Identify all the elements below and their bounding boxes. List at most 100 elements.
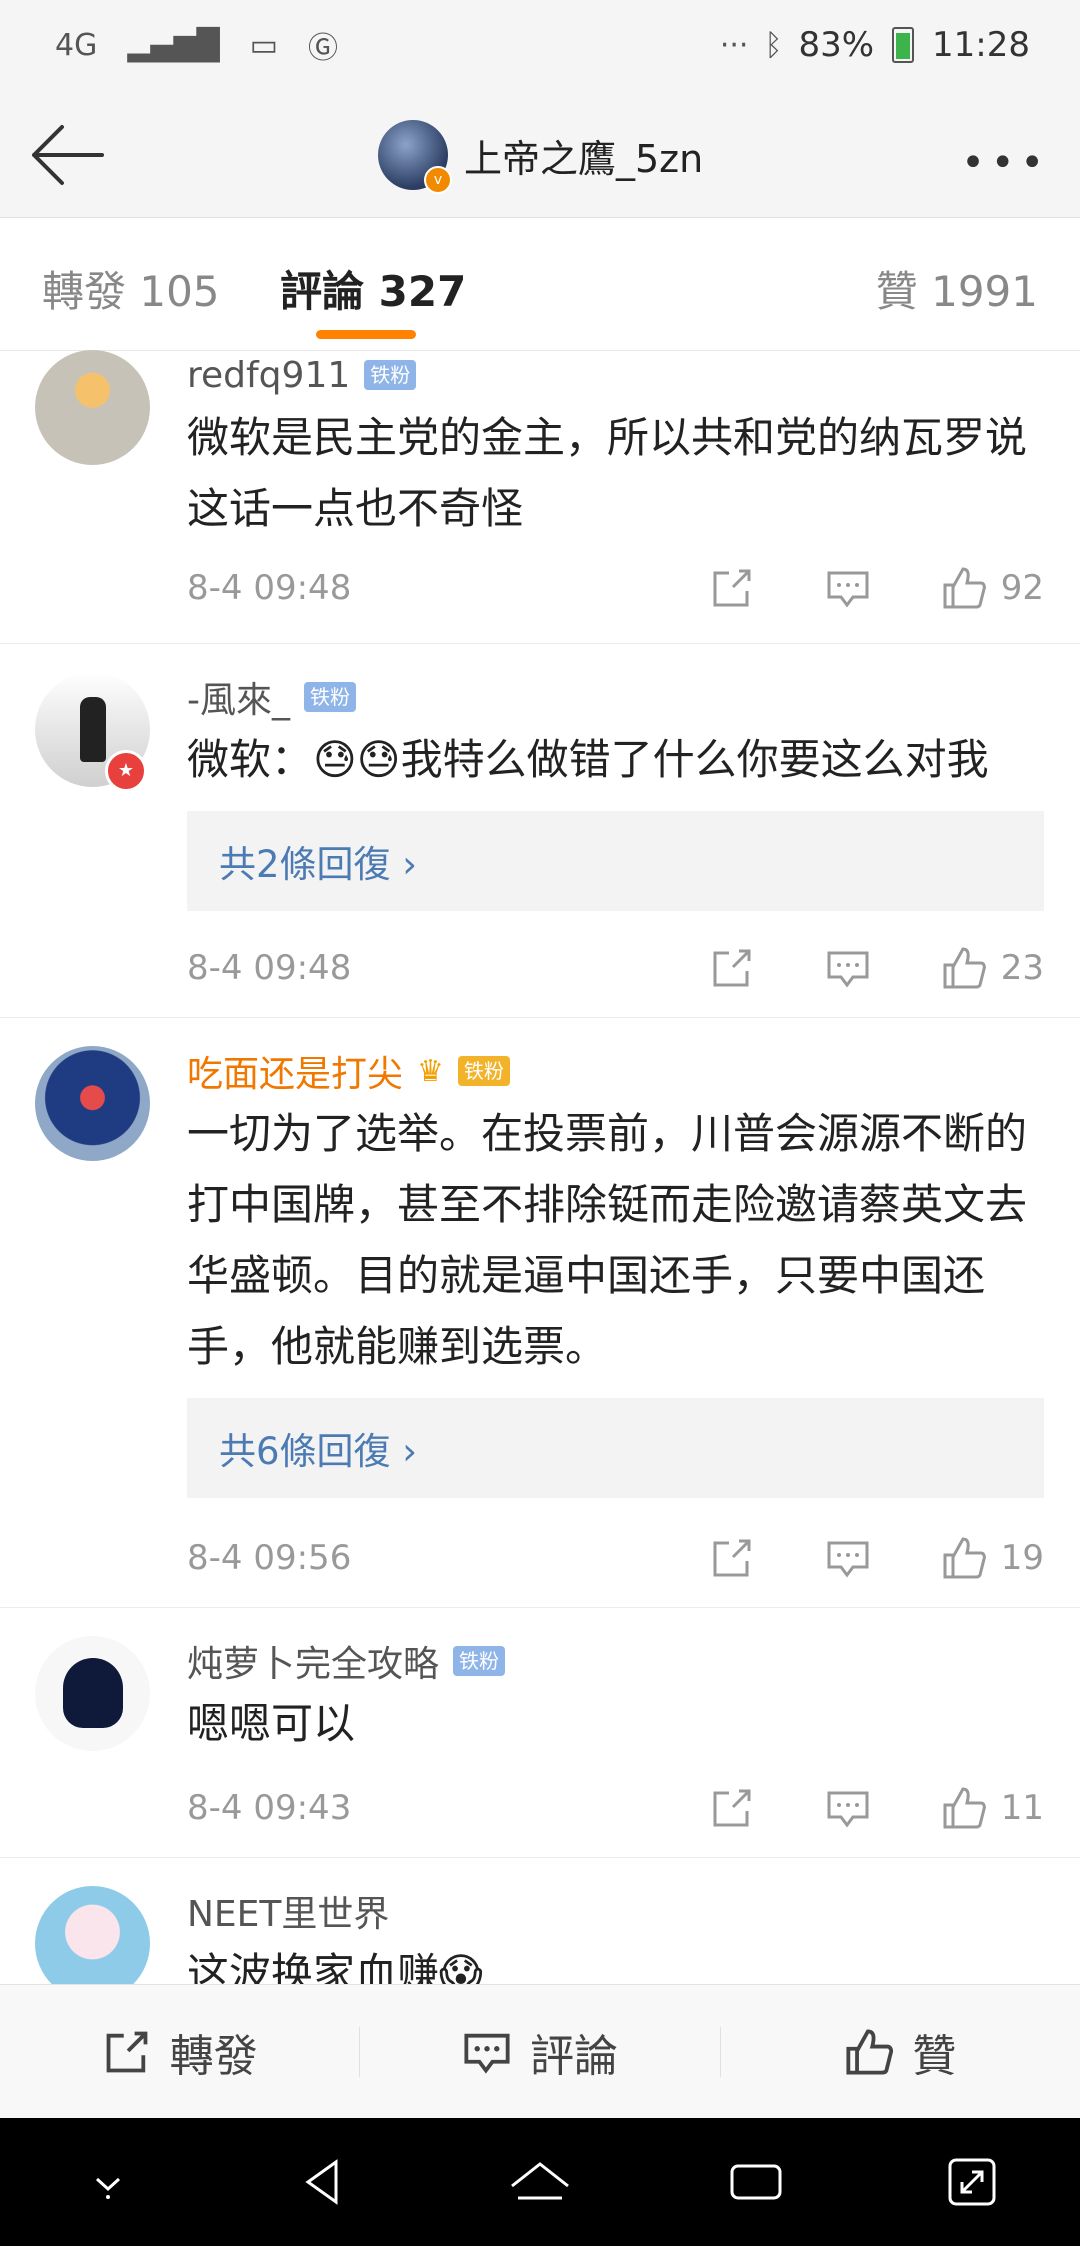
comment-author[interactable]: -風來_ 铁粉 bbox=[187, 672, 1044, 722]
verified-badge: v bbox=[424, 166, 452, 194]
avatar[interactable] bbox=[35, 1886, 150, 1984]
share-icon bbox=[713, 949, 751, 987]
tab-comments[interactable]: 評論 327 bbox=[280, 258, 466, 319]
comment-body: 吃面还是打尖 ♛ 铁粉 一切为了选举。在投票前，川普会源源不断的打中国牌，甚至不… bbox=[187, 1046, 1044, 1498]
like-button[interactable]: 19 bbox=[941, 1535, 1044, 1581]
comment-icon bbox=[464, 2033, 510, 2074]
like-button-main[interactable]: 贊 bbox=[721, 2022, 1080, 2082]
chevron-down-icon bbox=[95, 2177, 121, 2199]
crown-icon: ♛ bbox=[417, 1053, 444, 1089]
comment-icon bbox=[827, 1541, 869, 1578]
share-icon bbox=[106, 2031, 148, 2073]
like-label: 贊 bbox=[912, 2031, 957, 2082]
comment-footer: 8-4 09:48 23 bbox=[187, 938, 1044, 998]
like-button[interactable]: 11 bbox=[941, 1785, 1044, 1831]
comment-icon bbox=[827, 951, 869, 988]
comment-body: -風來_ 铁粉 微软：😓😓我特么做错了什么你要这么对我 共2條回復 › bbox=[187, 672, 1044, 911]
signal-icon: ▂▄▆█ bbox=[127, 27, 220, 63]
repost-label: 轉發 bbox=[169, 2031, 258, 2082]
back-triangle-icon bbox=[305, 2159, 338, 2205]
comment-item: 炖萝卜完全攻略 铁粉 嗯嗯可以 8-4 09:43 11 bbox=[0, 1608, 1080, 1858]
share-button[interactable] bbox=[709, 1535, 755, 1581]
header-user-name[interactable]: 上帝之鷹_5zn bbox=[464, 128, 703, 183]
like-button[interactable]: 92 bbox=[941, 565, 1044, 611]
network-type: 4G bbox=[55, 27, 98, 63]
nav-back-button[interactable] bbox=[289, 2147, 359, 2217]
thumbs-up-icon bbox=[846, 2029, 894, 2075]
comment-time: 8-4 09:43 bbox=[187, 1788, 352, 1828]
comment-footer: 8-4 09:43 11 bbox=[187, 1778, 1044, 1838]
share-button[interactable] bbox=[709, 565, 755, 611]
fan-badge: 铁粉 bbox=[453, 1646, 506, 1676]
author-name[interactable]: redfq911 bbox=[187, 355, 350, 396]
comment-time: 8-4 09:48 bbox=[187, 568, 352, 608]
comment-text: 微软是民主党的金主，所以共和党的纳瓦罗说这话一点也不奇怪 bbox=[187, 413, 1028, 533]
comment-author[interactable]: 吃面还是打尖 ♛ 铁粉 bbox=[187, 1046, 1044, 1096]
author-name[interactable]: 吃面还是打尖 bbox=[187, 1045, 403, 1097]
thumbs-up-icon bbox=[943, 1787, 986, 1829]
clock: 11:28 bbox=[932, 25, 1030, 65]
header-user[interactable]: v 上帝之鷹_5zn bbox=[378, 118, 703, 194]
share-button[interactable] bbox=[709, 1785, 755, 1831]
share-button[interactable] bbox=[709, 945, 755, 991]
home-icon bbox=[511, 2162, 569, 2200]
avatar[interactable] bbox=[35, 1636, 150, 1751]
author-name[interactable]: -風來_ bbox=[187, 671, 290, 723]
comment-text: 这波换家血赚😱 bbox=[187, 1949, 483, 1984]
comment-actions: 19 bbox=[639, 1535, 1044, 1581]
comment-author[interactable]: NEET里世界 bbox=[187, 1886, 1044, 1936]
comment-author[interactable]: redfq911 铁粉 bbox=[187, 350, 1044, 400]
repost-button[interactable]: 轉發 bbox=[0, 2022, 359, 2082]
tab-bar: 轉發 105 評論 327 贊 1991 bbox=[0, 218, 1080, 351]
comment-actions: 11 bbox=[639, 1785, 1044, 1831]
nav-recents-button[interactable] bbox=[721, 2147, 791, 2217]
go-icon: Ⓖ bbox=[308, 31, 338, 66]
comment-text: 微软：😓😓我特么做错了什么你要这么对我 bbox=[187, 735, 989, 784]
share-icon bbox=[713, 1539, 751, 1577]
like-button[interactable]: 23 bbox=[941, 945, 1044, 991]
comment-body: redfq911 铁粉 微软是民主党的金主，所以共和党的纳瓦罗说这话一点也不奇怪 bbox=[187, 350, 1044, 544]
thumbs-up-icon bbox=[943, 567, 986, 609]
bluetooth-icon: ᛒ bbox=[764, 27, 783, 63]
comment-time: 8-4 09:56 bbox=[187, 1538, 352, 1578]
tab-likes[interactable]: 贊 1991 bbox=[876, 258, 1038, 319]
nav-home-button[interactable] bbox=[505, 2147, 575, 2217]
avatar[interactable] bbox=[35, 1046, 150, 1161]
comment-body: NEET里世界 这波换家血赚😱 bbox=[187, 1886, 1044, 1984]
like-count: 11 bbox=[1000, 1788, 1044, 1828]
official-badge: ★ bbox=[105, 750, 147, 792]
reply-button[interactable] bbox=[825, 565, 871, 611]
nav-expand-button[interactable] bbox=[937, 2147, 1007, 2217]
battery-percent: 83% bbox=[798, 25, 875, 65]
status-left: 4G ▂▄▆█ ▭ Ⓖ bbox=[55, 23, 338, 67]
top-bar: v 上帝之鷹_5zn ••• bbox=[0, 90, 1080, 218]
reply-button[interactable] bbox=[825, 1785, 871, 1831]
reply-button[interactable] bbox=[825, 945, 871, 991]
comment-item: NEET里世界 这波换家血赚😱 bbox=[0, 1858, 1080, 1984]
comment-button[interactable]: 評論 bbox=[360, 2022, 719, 2082]
like-count: 19 bbox=[1000, 1538, 1044, 1578]
share-icon bbox=[713, 1789, 751, 1827]
comment-label: 評論 bbox=[529, 2031, 618, 2082]
like-count: 23 bbox=[1000, 948, 1044, 988]
avatar[interactable] bbox=[35, 350, 150, 465]
battery-icon bbox=[892, 27, 915, 63]
replies-link[interactable]: 共6條回復 › bbox=[187, 1398, 1044, 1498]
author-name[interactable]: 炖萝卜完全攻略 bbox=[187, 1635, 439, 1687]
comment-body: 炖萝卜完全攻略 铁粉 嗯嗯可以 bbox=[187, 1636, 1044, 1759]
comment-footer: 8-4 09:56 19 bbox=[187, 1528, 1044, 1588]
reply-button[interactable] bbox=[825, 1535, 871, 1581]
replies-link[interactable]: 共2條回復 › bbox=[187, 811, 1044, 911]
comment-actions: 23 bbox=[639, 945, 1044, 991]
share-icon bbox=[713, 569, 751, 607]
author-name[interactable]: NEET里世界 bbox=[187, 1885, 389, 1937]
more-menu-icon[interactable]: ••• bbox=[961, 140, 1050, 186]
comment-author[interactable]: 炖萝卜完全攻略 铁粉 bbox=[187, 1636, 1044, 1686]
fan-badge: 铁粉 bbox=[364, 360, 417, 390]
bottom-action-bar: 轉發 評論 贊 bbox=[0, 1984, 1080, 2119]
back-button[interactable] bbox=[28, 120, 108, 190]
tab-repost[interactable]: 轉發 105 bbox=[42, 258, 220, 319]
nav-hide-button[interactable] bbox=[73, 2147, 143, 2217]
comment-item: 吃面还是打尖 ♛ 铁粉 一切为了选举。在投票前，川普会源源不断的打中国牌，甚至不… bbox=[0, 1018, 1080, 1608]
header-avatar[interactable]: v bbox=[378, 120, 452, 194]
